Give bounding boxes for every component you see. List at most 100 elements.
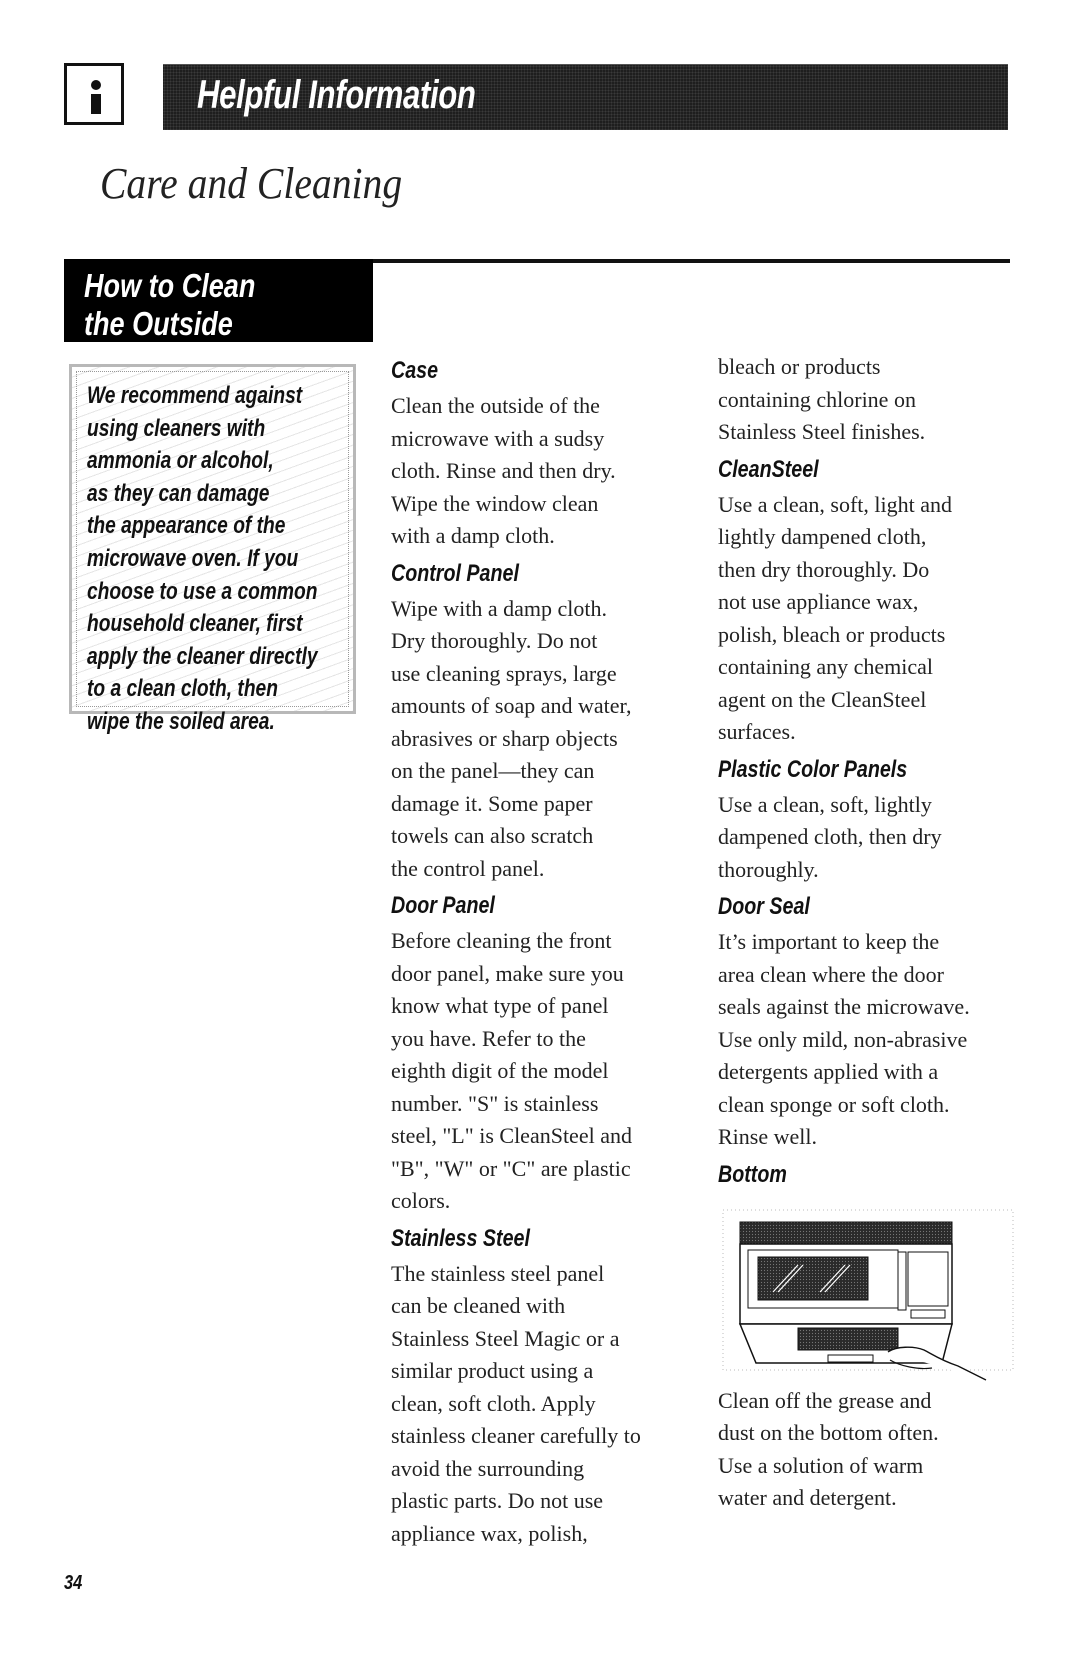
right-column: bleach or products containing chlorine on… — [718, 351, 1018, 1515]
body-line: Rinse well. — [718, 1124, 817, 1149]
body-line: clean, soft cloth. Apply — [391, 1390, 596, 1416]
body-line: agent on the CleanSteel — [718, 686, 927, 712]
body-line: on the panel—they can — [391, 758, 595, 783]
body-line: seals against the microwave. — [718, 994, 970, 1019]
sidebar-heading-line: the Outside — [84, 305, 233, 342]
body-line: area clean where the door — [718, 961, 944, 987]
note-line: as they can damage — [87, 479, 270, 507]
control-panel — [907, 1251, 949, 1306]
section-heading: Plastic Color Panels — [718, 755, 908, 783]
body-line: steel, "L" is CleanSteel and — [391, 1123, 632, 1148]
body-line: Use a solution of warm — [718, 1452, 924, 1478]
continued-text: bleach or products containing chlorine on… — [718, 351, 1018, 449]
body-line: avoid the surrounding — [391, 1455, 585, 1481]
note-line: to a clean cloth, then — [87, 675, 278, 703]
info-icon-dot — [91, 80, 101, 90]
note-line: choose to use a common — [87, 577, 318, 605]
door-window — [757, 1256, 869, 1300]
body-line: know what type of panel — [391, 993, 609, 1018]
body-line: Use a clean, soft, lightly — [718, 791, 932, 817]
body-line: damage it. Some paper — [391, 790, 593, 816]
sidebar-heading-line: How to Clean — [84, 267, 256, 304]
body-line: containing chlorine on — [718, 386, 916, 412]
body-line: colors. — [391, 1188, 451, 1213]
body-line: polish, bleach or products — [718, 621, 946, 647]
body-line: not use appliance wax, — [718, 589, 919, 614]
info-icon-stem — [91, 94, 101, 114]
caution-note-text: We recommend against using cleaners with… — [87, 380, 351, 739]
note-line: We recommend against — [87, 382, 303, 409]
note-line: household cleaner, first — [87, 610, 303, 638]
microwave-bottom-cleaning-illustration — [722, 1209, 1014, 1381]
body-line: abrasives or sharp objects — [391, 725, 618, 751]
note-line: the appearance of the — [87, 512, 286, 540]
body-line: similar product using a — [391, 1358, 594, 1383]
body-line: use cleaning sprays, large — [391, 660, 617, 686]
body-line: with a damp cloth. — [391, 523, 555, 548]
body-line: thoroughly. — [718, 856, 819, 882]
body-line: can be cleaned with — [391, 1293, 566, 1318]
section-heading: Door Seal — [718, 893, 810, 920]
body-line: It’s important to keep the — [718, 929, 940, 954]
note-line: wipe the soiled area. — [87, 707, 275, 735]
note-line: ammonia or alcohol, — [87, 447, 274, 475]
body-line: The stainless steel panel — [391, 1260, 605, 1286]
body-line: clean sponge or soft cloth. — [718, 1091, 950, 1117]
body-line: plastic parts. Do not use — [391, 1488, 604, 1513]
body-line: cloth. Rinse and then dry. — [391, 458, 616, 483]
section-heading: CleanSteel — [718, 455, 819, 483]
section-body: Use a clean, soft, lightly dampened cloth… — [718, 789, 1018, 887]
body-line: Dry thoroughly. Do not — [391, 628, 598, 653]
note-line: apply the cleaner directly — [87, 642, 318, 670]
body-line: Wipe the window clean — [391, 490, 599, 516]
section-heading: Door Panel — [391, 892, 495, 919]
section-body: Before cleaning the front door panel, mak… — [391, 925, 691, 1218]
body-line: appliance wax, polish, — [391, 1520, 588, 1546]
section-heading: Control Panel — [391, 559, 519, 587]
body-line: Clean off the grease and — [718, 1387, 932, 1413]
body-line: Use only mild, non-abrasive — [718, 1026, 968, 1052]
body-line: lightly dampened cloth, — [718, 524, 927, 549]
body-line: the control panel. — [391, 855, 545, 881]
body-line: towels can also scratch — [391, 823, 594, 848]
page-title: Care and Cleaning — [100, 159, 403, 208]
page-number: 34 — [64, 1572, 83, 1594]
section-heading: Stainless Steel — [391, 1224, 530, 1252]
section-heading: Case — [391, 357, 439, 384]
body-line: door panel, make sure you — [391, 960, 624, 986]
sidebar-heading-block: How to Clean the Outside — [64, 259, 373, 342]
body-line: detergents applied with a — [718, 1059, 939, 1084]
body-line: Before cleaning the front — [391, 928, 612, 953]
body-line: Use a clean, soft, light and — [718, 491, 952, 517]
section-body: It’s important to keep the area clean whe… — [718, 926, 1018, 1154]
body-line: then dry thoroughly. Do — [718, 556, 930, 582]
door-handle — [897, 1251, 907, 1310]
body-line: number. "S" is stainless — [391, 1090, 599, 1116]
body-line: "B", "W" or "C" are plastic — [391, 1155, 631, 1181]
section-heading: Bottom — [718, 1160, 787, 1188]
body-line: amounts of soap and water, — [391, 693, 632, 718]
body-line: surfaces. — [718, 719, 796, 744]
bottom-light — [827, 1354, 874, 1362]
section-body: Clean off the grease and dust on the bott… — [718, 1385, 1018, 1515]
body-line: eighth digit of the model — [391, 1058, 609, 1083]
note-line: microwave oven. If you — [87, 544, 299, 572]
body-line: water and detergent. — [718, 1485, 897, 1510]
body-line: you have. Refer to the — [391, 1025, 586, 1051]
section-body: Use a clean, soft, light and lightly damp… — [718, 489, 1018, 749]
section-body: Clean the outside of the microwave with a… — [391, 390, 691, 553]
body-line: dust on the bottom often. — [718, 1420, 939, 1445]
info-icon — [64, 63, 124, 125]
body-line: Clean the outside of the — [391, 393, 600, 418]
section-body: The stainless steel panel can be cleaned … — [391, 1258, 691, 1551]
note-line: using cleaners with — [87, 414, 266, 442]
body-line: microwave with a sudsy — [391, 425, 605, 451]
banner-title: Helpful Information — [197, 73, 476, 117]
header-banner: Helpful Information — [163, 64, 1008, 130]
panel-button — [910, 1309, 946, 1318]
sidebar-heading: How to Clean the Outside — [84, 267, 255, 343]
body-line: Stainless Steel Magic or a — [391, 1325, 620, 1351]
middle-column: Case Clean the outside of the microwave wi… — [391, 350, 691, 1550]
vent-grille — [739, 1221, 953, 1244]
body-line: bleach or products — [718, 354, 881, 379]
